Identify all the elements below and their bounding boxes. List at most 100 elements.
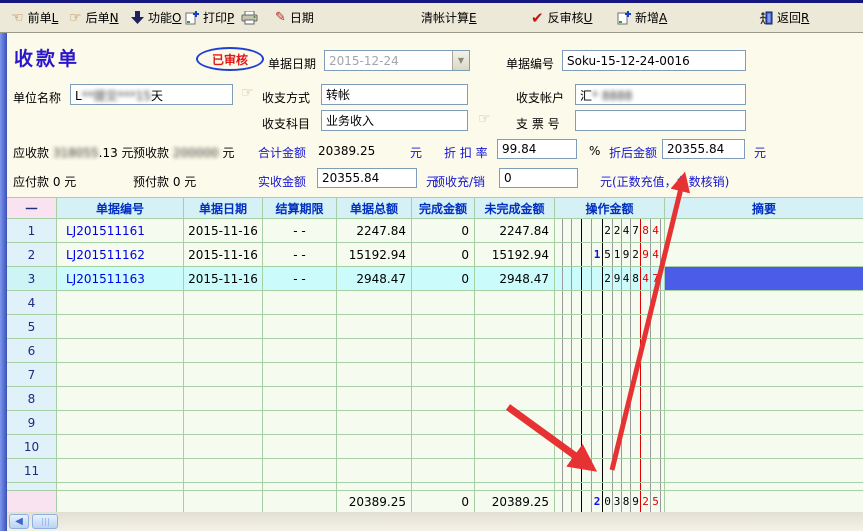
header-done-amount[interactable]: 完成金额 [412,198,475,219]
table-row[interactable]: 11 [7,459,863,483]
doc-total-cell [337,411,412,435]
doc-no-cell[interactable] [57,363,184,387]
doc-no-cell[interactable] [57,291,184,315]
summary-row: 20389.25020389.252038925 [7,491,863,513]
done-amount-cell: 0 [412,243,475,267]
doc-total-cell: 15192.94 [337,243,412,267]
horizontal-scrollbar[interactable]: ◀ [7,512,863,531]
remark-cell [665,219,863,243]
receivable-label: 应收款 [13,146,49,160]
unaudit-button[interactable]: ✔ 反审核U [528,3,595,32]
clear-calc-label: 清帐计算 [421,11,469,25]
op-amount-digit-grid: 224784 [555,219,665,243]
table-row[interactable]: 4 [7,291,863,315]
doc-no-cell[interactable]: LJ201511161 [57,219,184,243]
actual-amount-input[interactable] [317,168,417,188]
remark-cell [665,435,863,459]
account-input[interactable]: 汇* 8888 [575,84,746,105]
empty-cell [337,483,412,491]
add-new-button[interactable]: 新增A [614,3,670,32]
doc-total-cell [337,363,412,387]
date-label: 日期 [290,11,314,25]
chevron-down-icon[interactable]: ▼ [452,51,469,70]
undone-amount-cell [475,387,555,411]
table-row[interactable]: 7 [7,363,863,387]
next-doc-button[interactable]: ☞ 后单N [66,3,122,32]
date-button[interactable]: ✎ 日期 [272,3,317,32]
doc-total-cell [337,435,412,459]
clear-calc-button[interactable]: 清帐计算E [418,3,480,32]
print-label: 打印 [203,11,227,25]
doc-date-combobox[interactable]: 2015-12-24 ▼ [324,50,470,71]
printer-button[interactable] [238,3,261,32]
doc-no-cell[interactable]: LJ201511163 [57,267,184,291]
unit-name-input[interactable]: L**提交***15天 [70,84,233,105]
header-doc-date[interactable]: 单据日期 [184,198,263,219]
empty-cell [7,483,57,491]
settle-term-cell [263,363,337,387]
pay-method-input[interactable] [321,84,468,105]
table-row[interactable]: 6 [7,339,863,363]
settle-term-cell [263,291,337,315]
after-discount-input[interactable] [662,139,745,159]
done-amount-cell [412,291,475,315]
header-undone-amount[interactable]: 未完成金额 [475,198,555,219]
table-row[interactable]: 1LJ2015111612015-11-16- -2247.8402247.84… [7,219,863,243]
empty-cell [184,483,263,491]
table-body: 1LJ2015111612015-11-16- -2247.8402247.84… [7,219,863,513]
remark-cell [665,315,863,339]
doc-total-cell [337,315,412,339]
doc-no-cell[interactable] [57,339,184,363]
row-number-cell: 3 [7,267,57,291]
subject-input[interactable] [321,110,468,131]
remark-cell [665,363,863,387]
op-amount-digit-grid [555,291,665,315]
exit-door-icon [759,11,773,25]
doc-no-cell[interactable] [57,387,184,411]
toolbar: ☜ 前单L ☞ 后单N 功能O 打印P ✎ 日期 清帐计算E ✔ 反审核U 新增… [0,3,863,33]
prev-doc-button[interactable]: ☜ 前单L [8,3,61,32]
header-doc-total[interactable]: 单据总额 [337,198,412,219]
unit-name-part1: L [75,89,82,103]
header-remark[interactable]: 摘要 [665,198,863,219]
check-no-input[interactable] [575,110,746,131]
scroll-left-button[interactable]: ◀ [9,514,29,529]
doc-no-cell[interactable] [57,411,184,435]
print-button[interactable]: 打印P [182,3,237,32]
op-amount-digit-grid [555,459,665,483]
doc-total-cell: 2948.47 [337,267,412,291]
discount-rate-input[interactable] [497,139,577,159]
done-amount-cell: 0 [412,267,475,291]
table-row[interactable]: 5 [7,315,863,339]
op-amount-digit-grid: 2038925 [555,491,665,513]
hand-pointer-icon: ☞ [241,86,254,100]
table-row[interactable]: 10 [7,435,863,459]
header-doc-no[interactable]: 单据编号 [57,198,184,219]
summary-remark-cell [665,491,863,513]
receivable-text: 应收款 318055.13 元 [13,144,134,161]
table-row[interactable]: 8 [7,387,863,411]
hand-right-icon: ☞ [69,11,82,25]
doc-no-cell[interactable] [57,459,184,483]
functions-label: 功能 [148,11,172,25]
window-left-border [0,33,7,531]
table-row[interactable]: 2LJ2015111622015-11-16- -15192.94015192.… [7,243,863,267]
settle-term-cell [263,411,337,435]
doc-no-cell[interactable] [57,435,184,459]
table-row[interactable]: 9 [7,411,863,435]
header-op-amount[interactable]: 操作金额 [555,198,665,219]
table-row[interactable]: 3LJ2015111632015-11-16- -2948.4702948.47… [7,267,863,291]
doc-no-cell[interactable]: LJ201511162 [57,243,184,267]
empty-cell [263,483,337,491]
doc-no-input[interactable] [562,50,746,71]
subject-label: 收支科目 [262,115,310,132]
op-amount-digit-grid [555,387,665,411]
return-button[interactable]: 返回R [756,3,812,32]
scrollbar-thumb[interactable] [32,514,58,529]
pre-offset-input[interactable] [499,168,578,188]
undone-amount-cell [475,315,555,339]
doc-no-cell[interactable] [57,315,184,339]
functions-button[interactable]: 功能O [128,3,184,32]
header-settle-term[interactable]: 结算期限 [263,198,337,219]
doc-total-cell [337,459,412,483]
